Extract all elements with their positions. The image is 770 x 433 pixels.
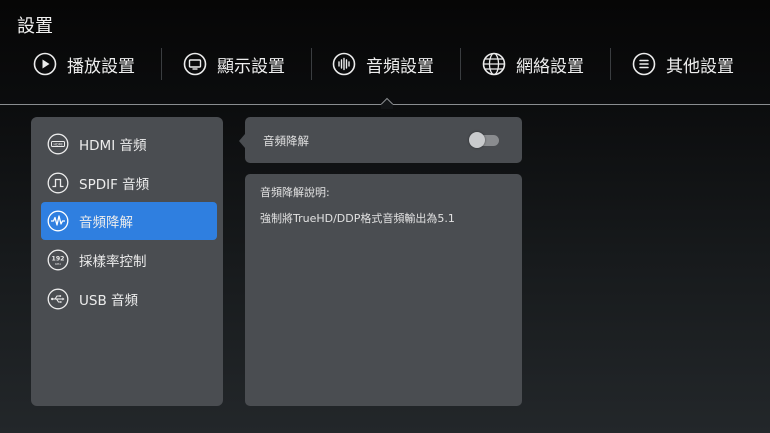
sidebar-item-label: 音頻降解 (79, 215, 133, 231)
tab-label: 網絡設置 (516, 56, 584, 77)
tab-label: 顯示設置 (217, 56, 285, 77)
page-title: 設置 (17, 16, 53, 37)
usb-icon (47, 288, 69, 310)
tab-label: 播放設置 (67, 56, 135, 77)
tab-divider (311, 48, 312, 80)
sidebar-item-label: 採樣率控制 (79, 254, 147, 270)
toggle-knob (469, 132, 485, 148)
sidebar-item-hdmi-audio[interactable]: HDMI HDMI 音頻 (41, 125, 217, 163)
globe-icon (482, 52, 506, 76)
description-title: 音頻降解說明: (260, 186, 330, 199)
tab-label: 其他設置 (666, 56, 734, 77)
audio-wave-icon (47, 210, 69, 232)
spdif-icon (47, 172, 69, 194)
menu-lines-icon (632, 52, 656, 76)
sidebar-item-sample-rate[interactable]: 192 KHz 採樣率控制 (41, 241, 217, 279)
description-panel: 音頻降解說明: 強制將TrueHD/DDP格式音頻輸出為5.1 (245, 174, 522, 406)
tab-divider (161, 48, 162, 80)
tab-other-settings[interactable]: 其他設置 (632, 44, 734, 84)
tab-display-settings[interactable]: 顯示設置 (183, 44, 285, 84)
setting-label: 音頻降解 (263, 134, 309, 148)
sidebar-item-label: USB 音頻 (79, 293, 139, 309)
tab-network-settings[interactable]: 網絡設置 (482, 44, 584, 84)
tab-playback-settings[interactable]: 播放設置 (33, 44, 135, 84)
sidebar-item-audio-downmix[interactable]: 音頻降解 (41, 202, 217, 240)
selected-tab-indicator (381, 97, 393, 109)
sidebar-item-spdif-audio[interactable]: SPDIF 音頻 (41, 164, 217, 202)
focus-pointer (239, 134, 245, 148)
sidebar-item-label: SPDIF 音頻 (79, 177, 150, 193)
sample-rate-icon: 192 KHz (47, 249, 69, 271)
monitor-icon (183, 52, 207, 76)
svg-text:KHz: KHz (55, 262, 61, 266)
play-icon (33, 52, 57, 76)
audio-downmix-setting-card: 音頻降解 (239, 117, 522, 163)
sidebar-item-usb-audio[interactable]: USB 音頻 (41, 280, 217, 318)
audio-downmix-toggle[interactable] (469, 132, 499, 148)
sidebar-item-label: HDMI 音頻 (79, 138, 147, 154)
audio-waveform-icon (332, 52, 356, 76)
svg-text:HDMI: HDMI (53, 143, 62, 147)
description-text: 強制將TrueHD/DDP格式音頻輸出為5.1 (260, 212, 455, 225)
tab-bar: 播放設置 顯示設置 音頻設置 網絡設置 其他設置 (0, 44, 770, 84)
audio-sidebar: HDMI HDMI 音頻 SPDIF 音頻 音頻降解 192 KHz 採樣率控制 … (31, 117, 223, 406)
tab-audio-settings[interactable]: 音頻設置 (332, 44, 434, 84)
tab-label: 音頻設置 (366, 56, 434, 77)
tab-divider (610, 48, 611, 80)
tab-divider (460, 48, 461, 80)
hdmi-icon: HDMI (47, 133, 69, 155)
